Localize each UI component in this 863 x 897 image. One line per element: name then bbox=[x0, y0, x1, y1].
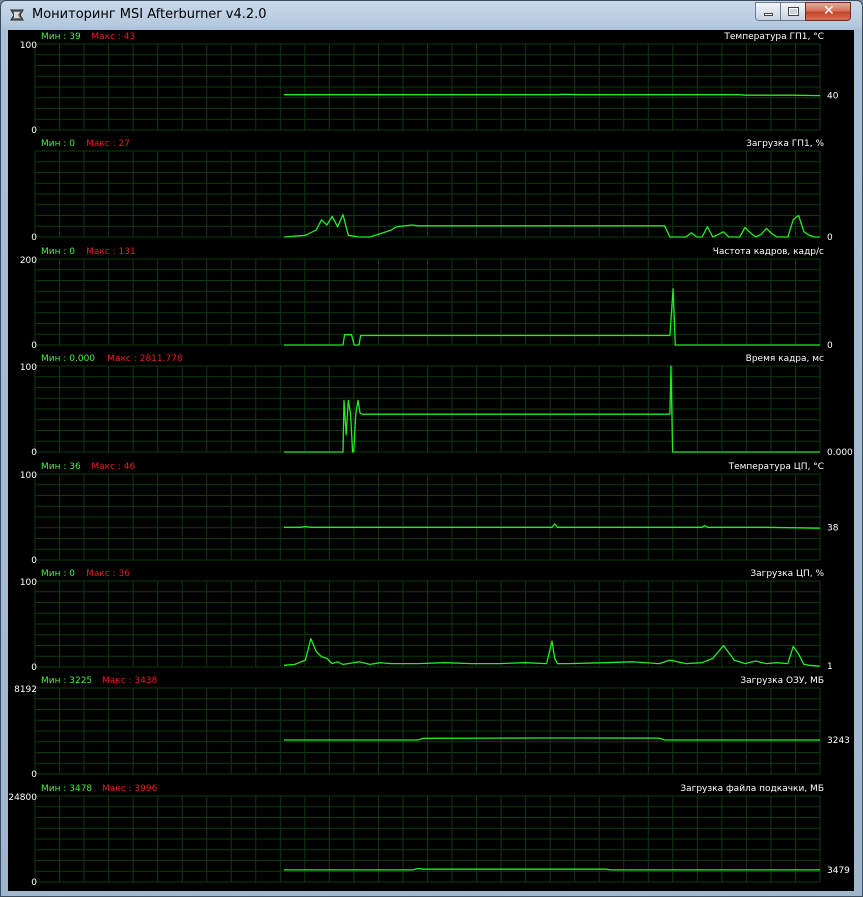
monitor-window: Мониторинг MSI Afterburner v4.2.0 ✕ Мин … bbox=[0, 0, 863, 897]
graph-title: Загрузка ГП1, % bbox=[746, 139, 824, 149]
current-value-label: 3243 bbox=[827, 736, 850, 746]
current-value-label: 1 bbox=[827, 662, 833, 672]
graph-max-label: Макс : 43 bbox=[91, 32, 135, 42]
minimize-button[interactable] bbox=[755, 2, 781, 21]
title-bar[interactable]: Мониторинг MSI Afterburner v4.2.0 ✕ bbox=[1, 1, 862, 30]
minimize-icon bbox=[764, 13, 773, 16]
graph-max-label: Макс : 46 bbox=[91, 462, 135, 472]
y-axis-top-label: 100 bbox=[20, 41, 37, 51]
graph-title: Частота кадров, кадр/с bbox=[713, 247, 824, 257]
graph-min-label: Мин : 3225 bbox=[41, 676, 92, 686]
graph-title: Загрузка ОЗУ, МБ bbox=[740, 676, 824, 686]
monitoring-graphs-area[interactable]: Мин : 39 Макс : 43 Температура ГП1, °С 100 0… bbox=[8, 30, 854, 891]
maximize-button[interactable] bbox=[780, 2, 806, 21]
current-value-label: 0 bbox=[827, 341, 833, 351]
y-axis-bottom-label: 0 bbox=[31, 126, 37, 136]
graph-title: Температура ЦП, °С bbox=[728, 462, 824, 472]
graph-max-label: Макс : 2811.778 bbox=[107, 354, 183, 364]
close-button[interactable]: ✕ bbox=[805, 2, 851, 21]
y-axis-top-label: 24800 bbox=[8, 793, 37, 803]
maximize-icon bbox=[788, 7, 799, 16]
current-value-label: 40 bbox=[827, 92, 839, 102]
graph-min-label: Мин : 0 bbox=[41, 247, 75, 257]
graph-min-label: Мин : 36 bbox=[41, 462, 81, 472]
y-axis-top-label: 200 bbox=[20, 256, 37, 266]
graph-max-label: Макс : 3996 bbox=[102, 784, 158, 794]
y-axis-bottom-label: 0 bbox=[31, 878, 37, 888]
graph-min-label: Мин : 3478 bbox=[41, 784, 92, 794]
graph-title: Загрузка файла подкачки, МБ bbox=[680, 784, 824, 794]
current-value-label: 3479 bbox=[827, 866, 850, 876]
graph-min-label: Мин : 0 bbox=[41, 569, 75, 579]
close-icon: ✕ bbox=[823, 3, 835, 19]
afterburner-icon bbox=[10, 9, 24, 21]
y-axis-bottom-label: 0 bbox=[31, 663, 37, 673]
y-axis-bottom-label: 0 bbox=[31, 770, 37, 780]
monitoring-graphs: Мин : 39 Макс : 43 Температура ГП1, °С1000… bbox=[8, 30, 854, 891]
current-value-label: 38 bbox=[827, 523, 839, 533]
graph-title: Время кадра, мс bbox=[746, 354, 824, 364]
current-value-label: 0 bbox=[827, 233, 833, 243]
y-axis-top-label: 100 bbox=[20, 471, 37, 481]
window-title: Мониторинг MSI Afterburner v4.2.0 bbox=[32, 7, 267, 22]
y-axis-bottom-label: 0 bbox=[31, 341, 37, 351]
graph-max-label: Макс : 131 bbox=[86, 247, 136, 257]
graph-max-label: Макс : 36 bbox=[86, 569, 130, 579]
y-axis-bottom-label: 0 bbox=[31, 233, 37, 243]
graph-min-label: Мин : 39 bbox=[41, 32, 81, 42]
graph-max-label: Макс : 27 bbox=[86, 139, 130, 149]
graph-min-label: Мин : 0.000 bbox=[41, 354, 95, 364]
y-axis-bottom-label: 0 bbox=[31, 448, 37, 458]
y-axis-bottom-label: 0 bbox=[31, 556, 37, 566]
y-axis-top-label: 100 bbox=[20, 578, 37, 588]
y-axis-top-label: 100 bbox=[20, 363, 37, 373]
graph-max-label: Макс : 3438 bbox=[102, 676, 158, 686]
graph-min-label: Мин : 0 bbox=[41, 139, 75, 149]
graph-title: Загрузка ЦП, % bbox=[750, 569, 824, 579]
graph-title: Температура ГП1, °С bbox=[723, 32, 824, 42]
current-value-label: 0.000 bbox=[827, 448, 853, 458]
y-axis-top-label: 8192 bbox=[14, 685, 37, 695]
